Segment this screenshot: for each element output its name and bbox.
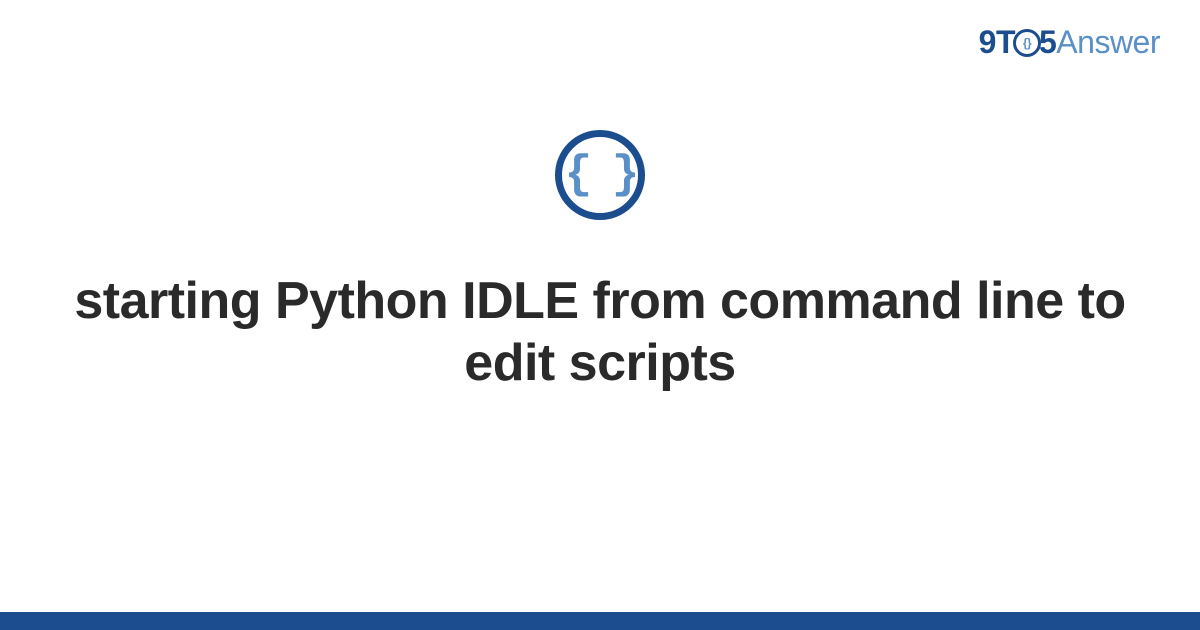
footer-bar <box>0 612 1200 630</box>
brand-logo: 9T{}5Answer <box>979 24 1160 61</box>
braces-icon-small: {} <box>1013 29 1041 57</box>
brand-o-icon: {} <box>1013 29 1041 57</box>
icon-glyph: { } <box>565 152 636 198</box>
brand-digit-5: 5 <box>1039 24 1056 60</box>
code-braces-icon: { } <box>555 130 645 220</box>
brand-word-answer: Answer <box>1056 24 1160 60</box>
page-title: starting Python IDLE from command line t… <box>0 270 1200 395</box>
brand-digit-9: 9 <box>979 24 996 60</box>
